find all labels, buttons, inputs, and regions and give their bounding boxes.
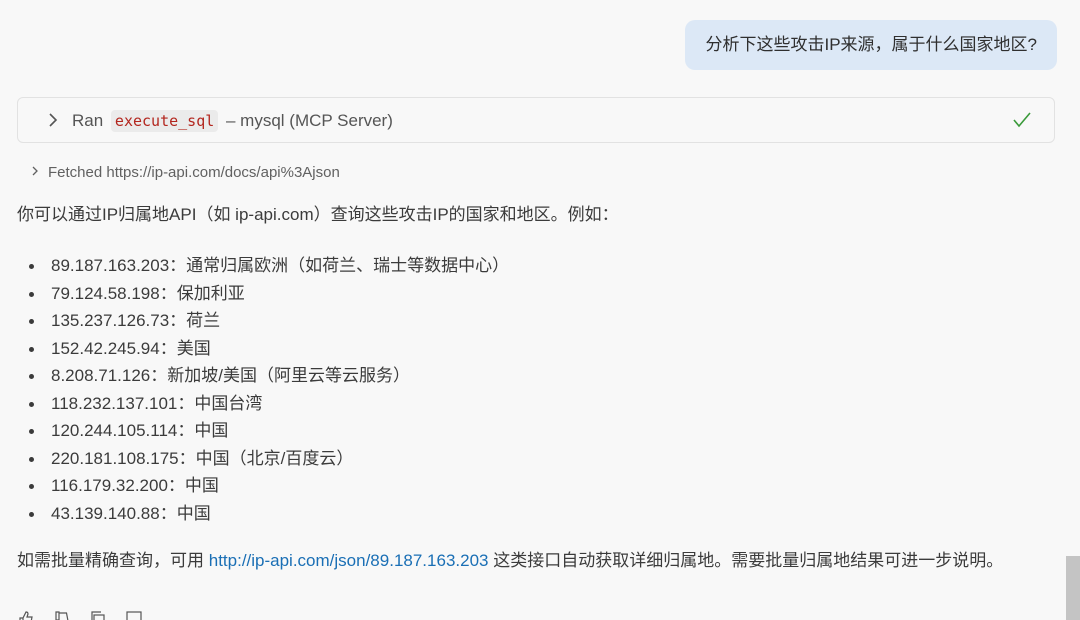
thumbs-down-icon[interactable] [53, 610, 71, 620]
copy-icon[interactable] [89, 610, 107, 620]
chat-panel: 分析下这些攻击IP来源，属于什么国家地区? Ran execute_sql – … [0, 0, 1080, 620]
list-item: 116.179.32.200：中国 [17, 472, 509, 500]
list-item: 43.139.140.88：中国 [17, 500, 509, 528]
list-item: 118.232.137.101：中国台湾 [17, 390, 509, 418]
fetched-item[interactable]: Fetched https://ip-api.com/docs/api%3Ajs… [30, 162, 340, 184]
list-item: 152.42.245.94：美国 [17, 335, 509, 363]
user-message-bubble: 分析下这些攻击IP来源，属于什么国家地区? [685, 20, 1057, 70]
fetched-label: Fetched https://ip-api.com/docs/api%3Ajs… [48, 164, 340, 181]
tool-call-suffix: – mysql (MCP Server) [226, 111, 393, 130]
check-icon [1013, 112, 1031, 128]
footer-text-after: 这类接口自动获取详细归属地。需要批量归属地结果可进一步说明。 [488, 551, 1004, 570]
response-intro: 你可以通过IP归属地API（如 ip-api.com）查询这些攻击IP的国家和地… [17, 205, 619, 224]
chevron-right-icon[interactable] [45, 110, 61, 130]
tool-call-prefix: Ran [72, 111, 104, 130]
response-footer: 如需批量精确查询，可用 http://ip-api.com/json/89.18… [17, 548, 1047, 574]
list-item: 120.244.105.114：中国 [17, 417, 509, 445]
list-item: 8.208.71.126：新加坡/美国（阿里云等云服务） [17, 362, 509, 390]
tool-call-card[interactable]: Ran execute_sql – mysql (MCP Server) [17, 97, 1055, 143]
thumbs-up-icon[interactable] [17, 610, 35, 620]
tool-call-summary[interactable]: Ran execute_sql – mysql (MCP Server) [72, 98, 393, 144]
user-message-row: 分析下这些攻击IP来源，属于什么国家地区? [685, 20, 1057, 70]
footer-text-before: 如需批量精确查询，可用 [17, 551, 209, 570]
list-item: 79.124.58.198：保加利亚 [17, 280, 509, 308]
ip-api-link[interactable]: http://ip-api.com/json/89.187.163.203 [209, 551, 489, 570]
scrollbar-thumb[interactable] [1066, 556, 1080, 620]
ip-list: 89.187.163.203：通常归属欧洲（如荷兰、瑞士等数据中心） 79.12… [17, 252, 509, 527]
list-item: 89.187.163.203：通常归属欧洲（如荷兰、瑞士等数据中心） [17, 252, 509, 280]
message-actions [17, 610, 143, 620]
chevron-right-icon[interactable] [30, 162, 48, 184]
more-icon[interactable] [125, 610, 143, 620]
list-item: 135.237.126.73：荷兰 [17, 307, 509, 335]
list-item: 220.181.108.175：中国（北京/百度云） [17, 445, 509, 473]
tool-name-code: execute_sql [110, 110, 219, 132]
